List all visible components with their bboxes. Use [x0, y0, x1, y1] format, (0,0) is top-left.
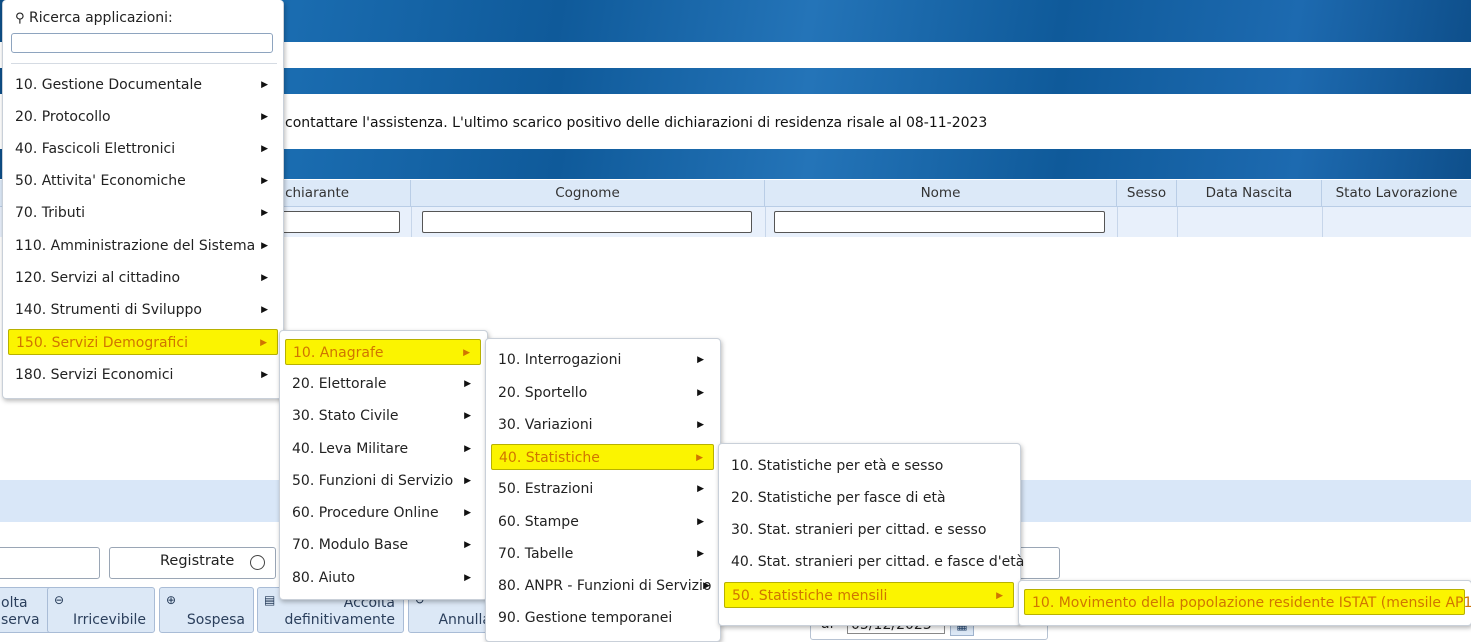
menu-item-servizi-economici[interactable]: 180. Servizi Economici ▶ [8, 362, 278, 388]
up-circle-icon: ⊕ [166, 593, 177, 607]
col-sesso[interactable]: Sesso [1117, 180, 1177, 206]
accolta-riserva-label: olta serva [1, 595, 40, 628]
statistiche-submenu: 10. Statistiche per età e sesso 20. Stat… [718, 443, 1024, 626]
statistiche-mensili-submenu: 10. Movimento della popolazione resident… [1018, 580, 1471, 626]
chevron-right-icon: ▶ [464, 379, 471, 389]
chevron-right-icon: ▶ [261, 208, 268, 218]
chevron-right-icon: ▶ [697, 355, 704, 365]
chevron-right-icon: ▶ [464, 444, 471, 454]
menu-item-leva-militare[interactable]: 40. Leva Militare ▶ [285, 436, 481, 462]
annulla-label: Annulla [438, 612, 491, 628]
filter-separator [411, 207, 412, 237]
filter-separator [1177, 207, 1178, 237]
search-divider [11, 63, 277, 64]
col-nome[interactable]: Nome [765, 180, 1117, 206]
chevron-right-icon: ▶ [697, 484, 704, 494]
notice-message: contattare l'assistenza. L'ultimo scaric… [285, 115, 988, 131]
chevron-right-icon: ▶ [697, 549, 704, 559]
menu-item-fascicoli-elettronici[interactable]: 40. Fascicoli Elettronici ▶ [8, 136, 278, 162]
menu-item-estrazioni[interactable]: 50. Estrazioni ▶ [491, 476, 714, 502]
filter-separator [1117, 207, 1118, 237]
radio-option-registrate[interactable]: Registrate [109, 547, 276, 579]
menu-item-statistiche-fasce-eta[interactable]: 20. Statistiche per fasce di età [724, 485, 1014, 511]
minus-circle-icon: ⊖ [54, 593, 65, 607]
chevron-right-icon: ▶ [261, 112, 268, 122]
chevron-right-icon: ▶ [261, 80, 268, 90]
search-input[interactable] [11, 33, 273, 53]
menu-item-variazioni[interactable]: 30. Variazioni ▶ [491, 412, 714, 438]
menu-item-attivita-economiche[interactable]: 50. Attivita' Economiche ▶ [8, 168, 278, 194]
menu-item-sportello[interactable]: 20. Sportello ▶ [491, 380, 714, 406]
radio-option-left[interactable] [0, 547, 100, 579]
chevron-right-icon: ▶ [464, 411, 471, 421]
menu-item-movimento-popolazione-ap10[interactable]: 10. Movimento della popolazione resident… [1024, 589, 1471, 615]
filter-nome-input[interactable] [774, 211, 1105, 233]
col-stato-lavorazione[interactable]: Stato Lavorazione [1322, 180, 1471, 206]
menu-item-gestione-documentale[interactable]: 10. Gestione Documentale ▶ [8, 72, 278, 98]
chevron-right-icon: ▶ [464, 508, 471, 518]
filter-dichiarante-input[interactable] [270, 211, 400, 233]
col-data-nascita[interactable]: Data Nascita [1177, 180, 1322, 206]
menu-item-interrogazioni[interactable]: 10. Interrogazioni ▶ [491, 347, 714, 373]
menu-item-stranieri-cittad-fasce[interactable]: 40. Stat. stranieri per cittad. e fasce … [724, 549, 1024, 575]
chevron-right-icon: ▶ [261, 273, 268, 283]
search-label: ⚲ Ricerca applicazioni: [15, 10, 173, 26]
chevron-right-icon: ▶ [697, 388, 704, 398]
chevron-right-icon: ▶ [463, 348, 470, 358]
sospesa-button[interactable]: ⊕ Sospesa [159, 587, 254, 633]
save-icon: ▤ [264, 593, 276, 607]
menu-item-anagrafe[interactable]: 10. Anagrafe ▶ [285, 339, 481, 365]
menu-item-tabelle[interactable]: 70. Tabelle ▶ [491, 541, 714, 567]
filter-cognome-input[interactable] [422, 211, 752, 233]
menu-item-procedure-online[interactable]: 60. Procedure Online ▶ [285, 500, 481, 526]
applications-menu: ⚲ Ricerca applicazioni: 10. Gestione Doc… [2, 0, 284, 399]
menu-item-modulo-base[interactable]: 70. Modulo Base ▶ [285, 532, 481, 558]
menu-item-anpr-funzioni[interactable]: 80. ANPR - Funzioni di Servizio ▶ [491, 573, 714, 599]
menu-item-statistiche-eta-sesso[interactable]: 10. Statistiche per età e sesso [724, 453, 1014, 479]
menu-item-statistiche[interactable]: 40. Statistiche ▶ [491, 444, 714, 470]
menu-item-statistiche-mensili[interactable]: 50. Statistiche mensili ▶ [724, 582, 1014, 608]
irricevibile-button[interactable]: ⊖ Irricevibile [47, 587, 155, 633]
chevron-right-icon: ▶ [996, 591, 1003, 601]
menu-item-amministrazione-sistema[interactable]: 110. Amministrazione del Sistema ▶ [8, 233, 278, 259]
radio-registrate-label: Registrate [160, 553, 235, 569]
menu-item-aiuto[interactable]: 80. Aiuto ▶ [285, 565, 481, 591]
chevron-right-icon: ▶ [703, 581, 710, 591]
irricevibile-label: Irricevibile [72, 612, 146, 628]
menu-item-protocollo[interactable]: 20. Protocollo ▶ [8, 104, 278, 130]
chevron-right-icon: ▶ [464, 573, 471, 583]
chevron-right-icon: ▶ [261, 176, 268, 186]
filter-separator [1322, 207, 1323, 237]
chevron-right-icon: ▶ [464, 476, 471, 486]
anagrafe-submenu: 10. Interrogazioni ▶ 20. Sportello ▶ 30. V… [485, 338, 721, 642]
menu-item-strumenti-sviluppo[interactable]: 140. Strumenti di Sviluppo ▶ [8, 297, 278, 323]
menu-item-elettorale[interactable]: 20. Elettorale ▶ [285, 371, 481, 397]
menu-item-servizi-demografici[interactable]: 150. Servizi Demografici ▶ [8, 329, 278, 355]
chevron-right-icon: ▶ [464, 540, 471, 550]
menu-item-stato-civile[interactable]: 30. Stato Civile ▶ [285, 403, 481, 429]
menu-item-gestione-temporanei[interactable]: 90. Gestione temporanei [491, 605, 714, 631]
chevron-right-icon: ▶ [697, 517, 704, 527]
chevron-right-icon: ▶ [261, 370, 268, 380]
menu-item-servizi-cittadino[interactable]: 120. Servizi al cittadino ▶ [8, 265, 278, 291]
chevron-right-icon: ▶ [260, 338, 267, 348]
accolta-definitivamente-label: Accolta definitivamente [284, 595, 395, 628]
chevron-right-icon: ▶ [261, 144, 268, 154]
sospesa-label: Sospesa [186, 612, 245, 628]
menu-item-funzioni-servizio[interactable]: 50. Funzioni di Servizio ▶ [285, 468, 481, 494]
servizi-demografici-submenu: 10. Anagrafe ▶ 20. Elettorale ▶ 30. Stato … [279, 330, 488, 600]
chevron-right-icon: ▶ [697, 420, 704, 430]
chevron-right-icon: ▶ [261, 241, 268, 251]
search-icon: ⚲ [15, 11, 25, 26]
filter-separator [765, 207, 766, 237]
menu-item-tributi[interactable]: 70. Tributi ▶ [8, 200, 278, 226]
radio-circle[interactable] [250, 555, 265, 570]
col-cognome[interactable]: Cognome [411, 180, 765, 206]
menu-item-stranieri-cittad-sesso[interactable]: 30. Stat. stranieri per cittad. e sesso [724, 517, 1014, 543]
menu-item-stampe[interactable]: 60. Stampe ▶ [491, 509, 714, 535]
chevron-right-icon: ▶ [696, 453, 703, 463]
chevron-right-icon: ▶ [261, 305, 268, 315]
